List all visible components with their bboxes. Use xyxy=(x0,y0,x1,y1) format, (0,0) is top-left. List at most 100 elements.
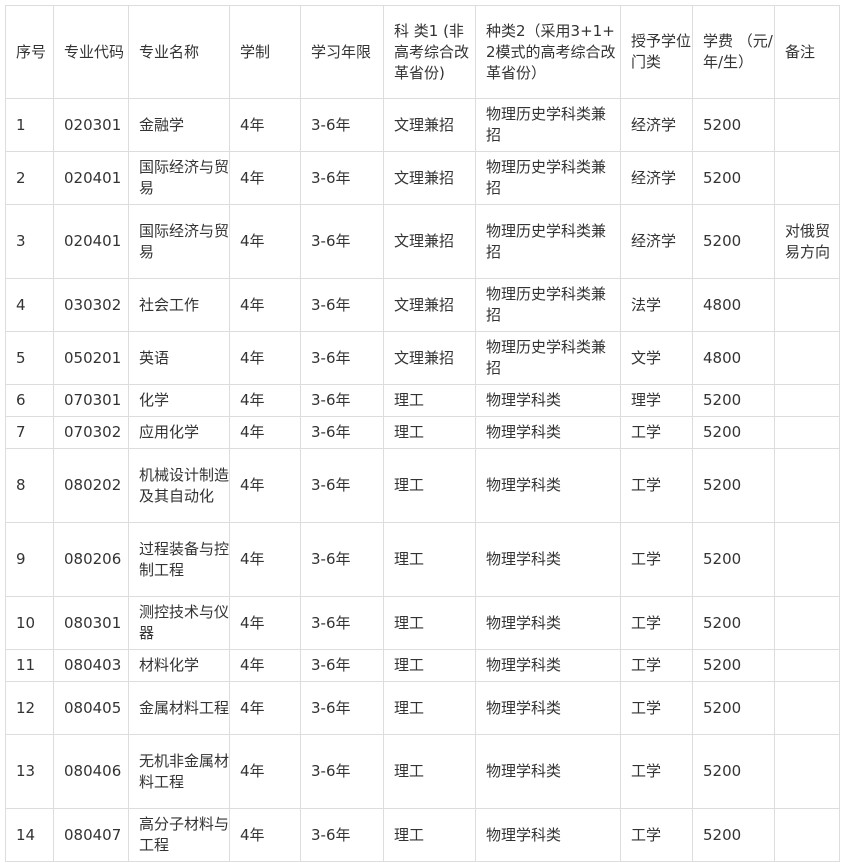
cell-remarks xyxy=(774,278,840,332)
cell-major-code: 030302 xyxy=(53,278,129,332)
cell-major-name: 应用化学 xyxy=(128,416,230,449)
cell-degree: 工学 xyxy=(620,448,693,523)
cell-duration: 4年 xyxy=(229,681,301,735)
cell-index: 11 xyxy=(5,649,54,682)
cell-tuition: 5200 xyxy=(692,808,775,862)
cell-category-1: 理工 xyxy=(383,596,476,650)
cell-index: 14 xyxy=(5,808,54,862)
cell-category-2: 物理历史学科类兼招 xyxy=(475,278,621,332)
cell-degree: 法学 xyxy=(620,278,693,332)
cell-tuition: 5200 xyxy=(692,734,775,809)
cell-study-years: 3-6年 xyxy=(300,204,384,279)
cell-duration: 4年 xyxy=(229,331,301,385)
table-row: 7 070302 应用化学 4年 3-6年 理工 物理学科类 工学 5200 xyxy=(5,416,840,449)
cell-index: 7 xyxy=(5,416,54,449)
header-remarks: 备注 xyxy=(774,5,840,99)
cell-tuition: 5200 xyxy=(692,681,775,735)
cell-remarks xyxy=(774,384,840,417)
cell-remarks xyxy=(774,522,840,597)
cell-category-1: 理工 xyxy=(383,649,476,682)
cell-study-years: 3-6年 xyxy=(300,522,384,597)
cell-category-2: 物理学科类 xyxy=(475,416,621,449)
cell-major-name: 测控技术与仪器 xyxy=(128,596,230,650)
cell-tuition: 5200 xyxy=(692,151,775,205)
cell-category-1: 理工 xyxy=(383,448,476,523)
cell-degree: 工学 xyxy=(620,808,693,862)
table-row: 11 080403 材料化学 4年 3-6年 理工 物理学科类 工学 5200 xyxy=(5,649,840,682)
header-tuition: 学费 （元/年/生） xyxy=(692,5,775,99)
cell-category-1: 文理兼招 xyxy=(383,278,476,332)
cell-duration: 4年 xyxy=(229,278,301,332)
cell-duration: 4年 xyxy=(229,98,301,152)
table-row: 1 020301 金融学 4年 3-6年 文理兼招 物理历史学科类兼招 经济学 5200 xyxy=(5,98,840,152)
cell-category-1: 理工 xyxy=(383,416,476,449)
cell-index: 6 xyxy=(5,384,54,417)
cell-duration: 4年 xyxy=(229,384,301,417)
cell-study-years: 3-6年 xyxy=(300,448,384,523)
cell-degree: 经济学 xyxy=(620,151,693,205)
cell-major-name: 无机非金属材料工程 xyxy=(128,734,230,809)
header-duration: 学制 xyxy=(229,5,301,99)
cell-index: 4 xyxy=(5,278,54,332)
cell-study-years: 3-6年 xyxy=(300,384,384,417)
cell-major-code: 080405 xyxy=(53,681,129,735)
cell-tuition: 5200 xyxy=(692,384,775,417)
cell-tuition: 5200 xyxy=(692,522,775,597)
table-row: 9 080206 过程装备与控制工程 4年 3-6年 理工 物理学科类 工学 5200 xyxy=(5,522,840,597)
cell-category-2: 物理学科类 xyxy=(475,522,621,597)
cell-category-2: 物理学科类 xyxy=(475,649,621,682)
table-row: 14 080407 高分子材料与工程 4年 3-6年 理工 物理学科类 工学 5200 xyxy=(5,808,840,862)
table-header-row: 序号 专业代码 专业名称 学制 学习年限 科 类1 (非高考综合改革省份) 种类… xyxy=(5,5,840,99)
cell-major-code: 080407 xyxy=(53,808,129,862)
cell-major-code: 080403 xyxy=(53,649,129,682)
cell-tuition: 5200 xyxy=(692,448,775,523)
cell-category-1: 理工 xyxy=(383,734,476,809)
cell-major-name: 社会工作 xyxy=(128,278,230,332)
cell-duration: 4年 xyxy=(229,448,301,523)
cell-major-code: 070301 xyxy=(53,384,129,417)
cell-remarks xyxy=(774,734,840,809)
cell-remarks xyxy=(774,331,840,385)
cell-index: 2 xyxy=(5,151,54,205)
cell-degree: 工学 xyxy=(620,681,693,735)
cell-category-2: 物理历史学科类兼招 xyxy=(475,204,621,279)
cell-category-1: 文理兼招 xyxy=(383,151,476,205)
cell-tuition: 5200 xyxy=(692,596,775,650)
header-category-1: 科 类1 (非高考综合改革省份) xyxy=(383,5,476,99)
cell-index: 9 xyxy=(5,522,54,597)
cell-index: 1 xyxy=(5,98,54,152)
cell-major-name: 国际经济与贸易 xyxy=(128,204,230,279)
cell-major-code: 020301 xyxy=(53,98,129,152)
cell-duration: 4年 xyxy=(229,596,301,650)
table-body: 1 020301 金融学 4年 3-6年 文理兼招 物理历史学科类兼招 经济学 5200 2 020… xyxy=(5,98,840,862)
cell-category-1: 理工 xyxy=(383,681,476,735)
majors-table: 序号 专业代码 专业名称 学制 学习年限 科 类1 (非高考综合改革省份) 种类… xyxy=(5,5,840,862)
cell-duration: 4年 xyxy=(229,151,301,205)
cell-index: 5 xyxy=(5,331,54,385)
header-degree: 授予学位门类 xyxy=(620,5,693,99)
cell-major-name: 金融学 xyxy=(128,98,230,152)
cell-category-1: 文理兼招 xyxy=(383,331,476,385)
cell-category-2: 物理学科类 xyxy=(475,596,621,650)
table-row: 12 080405 金属材料工程 4年 3-6年 理工 物理学科类 工学 5200 xyxy=(5,681,840,735)
cell-major-code: 050201 xyxy=(53,331,129,385)
header-index: 序号 xyxy=(5,5,54,99)
cell-study-years: 3-6年 xyxy=(300,98,384,152)
cell-remarks xyxy=(774,681,840,735)
cell-degree: 工学 xyxy=(620,649,693,682)
cell-tuition: 5200 xyxy=(692,649,775,682)
cell-remarks xyxy=(774,98,840,152)
table-row: 10 080301 测控技术与仪器 4年 3-6年 理工 物理学科类 工学 5200 xyxy=(5,596,840,650)
header-category-2: 种类2（采用3+1+2模式的高考综合改革省份） xyxy=(475,5,621,99)
cell-study-years: 3-6年 xyxy=(300,649,384,682)
cell-major-code: 080301 xyxy=(53,596,129,650)
cell-remarks xyxy=(774,151,840,205)
cell-study-years: 3-6年 xyxy=(300,596,384,650)
cell-study-years: 3-6年 xyxy=(300,278,384,332)
cell-degree: 工学 xyxy=(620,734,693,809)
cell-study-years: 3-6年 xyxy=(300,808,384,862)
cell-tuition: 4800 xyxy=(692,331,775,385)
cell-major-code: 080202 xyxy=(53,448,129,523)
cell-major-code: 080406 xyxy=(53,734,129,809)
cell-category-2: 物理历史学科类兼招 xyxy=(475,98,621,152)
